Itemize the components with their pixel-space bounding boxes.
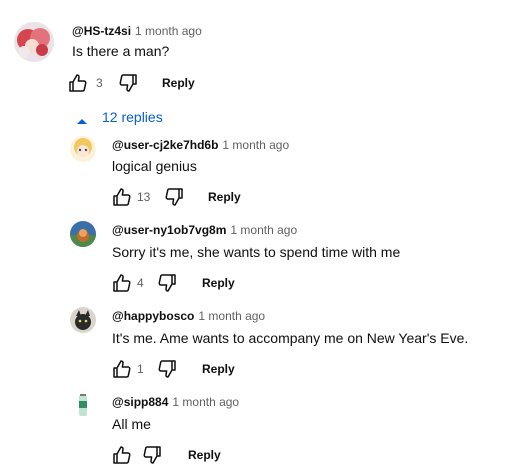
author-name[interactable]: @sipp884	[112, 395, 168, 409]
author-name[interactable]: @HS-tz4si	[72, 24, 131, 38]
reply-button[interactable]: Reply	[162, 75, 195, 91]
like-count: 3	[96, 76, 103, 90]
comment-header: @user-ny1ob7vg8m 1 month ago	[112, 222, 297, 238]
timestamp[interactable]: 1 month ago	[135, 24, 202, 38]
thumbs-down-icon[interactable]	[162, 185, 186, 209]
like-count: 1	[137, 362, 144, 376]
comment-header: @happybosco 1 month ago	[112, 308, 265, 324]
thumbs-up-icon[interactable]	[110, 443, 134, 467]
timestamp[interactable]: 1 month ago	[230, 223, 297, 237]
thumbs-down-icon[interactable]	[140, 443, 164, 467]
replies-count-label: 12 replies	[102, 109, 163, 125]
comment-actions: 13 Reply	[110, 185, 310, 209]
comment-actions: 3 Reply	[66, 71, 266, 95]
comment-text: Is there a man?	[72, 43, 170, 59]
author-name[interactable]: @user-ny1ob7vg8m	[112, 223, 226, 237]
thumbs-up-icon[interactable]	[110, 357, 134, 381]
avatar[interactable]	[70, 307, 96, 333]
comment-header: @sipp884 1 month ago	[112, 394, 239, 410]
thumbs-down-icon[interactable]	[155, 271, 179, 295]
avatar[interactable]	[70, 136, 96, 162]
thumbs-down-icon[interactable]	[155, 357, 179, 381]
author-name[interactable]: @happybosco	[112, 309, 194, 323]
reply-button[interactable]: Reply	[188, 447, 221, 463]
avatar[interactable]	[14, 22, 54, 62]
top-comment: @HS-tz4si 1 month ago Is there a man? 3 R…	[0, 0, 514, 100]
like-count: 13	[137, 190, 151, 204]
comment-actions: Reply	[110, 443, 310, 467]
thumbs-up-icon[interactable]	[110, 271, 134, 295]
comment-actions: 1 Reply	[110, 357, 310, 381]
comment-text: logical genius	[112, 158, 197, 174]
reply-comment: @user-ny1ob7vg8m 1 month ago Sorry it's m…	[0, 216, 514, 296]
comment-text: All me	[112, 416, 151, 432]
reply-comment: @user-cj2ke7hd6b 1 month ago logical geni…	[0, 130, 514, 210]
caret-up-icon	[76, 112, 88, 130]
timestamp[interactable]: 1 month ago	[172, 395, 239, 409]
avatar[interactable]	[70, 221, 96, 247]
thumbs-up-icon[interactable]	[66, 71, 90, 95]
reply-comment: @sipp884 1 month ago All me Reply	[0, 388, 514, 475]
comment-text: Sorry it's me, she wants to spend time w…	[112, 244, 401, 260]
avatar[interactable]	[70, 392, 96, 418]
comment-text: It's me. Ame wants to accompany me on Ne…	[112, 330, 469, 346]
thumbs-down-icon[interactable]	[116, 71, 140, 95]
reply-button[interactable]: Reply	[202, 361, 235, 377]
like-count: 4	[137, 276, 144, 290]
reply-comment: @happybosco 1 month ago It's me. Ame want…	[0, 302, 514, 382]
author-name[interactable]: @user-cj2ke7hd6b	[112, 138, 218, 152]
timestamp[interactable]: 1 month ago	[222, 138, 289, 152]
reply-button[interactable]: Reply	[208, 189, 241, 205]
thumbs-up-icon[interactable]	[110, 185, 134, 209]
comment-header: @HS-tz4si 1 month ago	[72, 23, 202, 39]
comment-header: @user-cj2ke7hd6b 1 month ago	[112, 137, 289, 153]
comment-actions: 4 Reply	[110, 271, 310, 295]
timestamp[interactable]: 1 month ago	[198, 309, 265, 323]
reply-button[interactable]: Reply	[202, 275, 235, 291]
